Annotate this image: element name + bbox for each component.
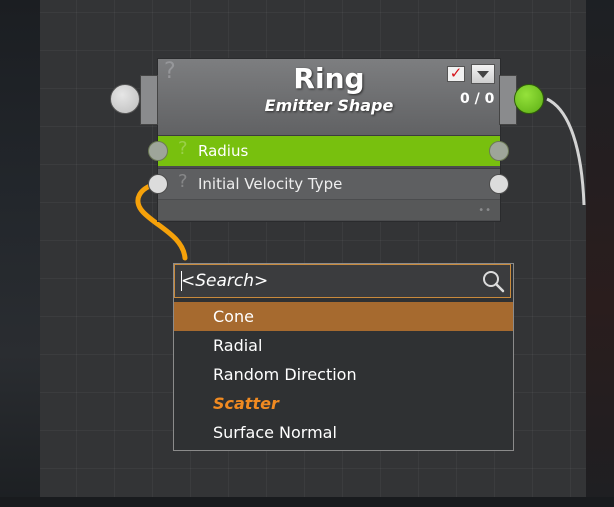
radius-output-pin[interactable]	[489, 141, 509, 161]
grip-icon[interactable]: ••	[478, 205, 492, 216]
node-counter: 0 / 0	[460, 91, 495, 107]
options-list: Cone Radial Random Direction Scatter Sur…	[174, 302, 513, 447]
node-subtitle: Emitter Shape	[264, 96, 394, 115]
output-port-icon[interactable]	[514, 84, 544, 114]
input-port-icon[interactable]	[110, 84, 140, 114]
background-right	[586, 0, 614, 507]
ring-emitter-node[interactable]: ? Ring Emitter Shape ✓ 0 / 0 ? Radius ? …	[110, 58, 544, 222]
background-bottom	[0, 497, 614, 507]
param-label: Radius	[198, 142, 249, 160]
velocity-type-input-pin[interactable]	[148, 174, 168, 194]
option-scatter[interactable]: Scatter	[174, 389, 513, 418]
search-dropdown-popup[interactable]: Cone Radial Random Direction Scatter Sur…	[173, 263, 514, 451]
option-radial[interactable]: Radial	[174, 331, 513, 360]
node-header[interactable]: ? Ring Emitter Shape ✓ 0 / 0	[158, 59, 500, 136]
search-icon[interactable]	[481, 270, 505, 294]
velocity-type-output-pin[interactable]	[489, 174, 509, 194]
checkbox-icon[interactable]: ✓	[447, 66, 465, 82]
option-surface-normal[interactable]: Surface Normal	[174, 418, 513, 447]
node-footer: ••	[158, 200, 500, 220]
option-cone[interactable]: Cone	[174, 302, 513, 331]
dropdown-arrow-icon[interactable]	[471, 64, 495, 84]
param-label: Initial Velocity Type	[198, 175, 343, 193]
param-row-initial-velocity-type[interactable]: ? Initial Velocity Type	[148, 168, 509, 199]
option-random-direction[interactable]: Random Direction	[174, 360, 513, 389]
help-icon[interactable]: ?	[178, 138, 188, 159]
text-caret	[181, 271, 182, 291]
help-icon[interactable]: ?	[178, 171, 188, 192]
radius-input-pin[interactable]	[148, 141, 168, 161]
param-row-radius[interactable]: ? Radius	[148, 136, 509, 166]
search-input[interactable]	[181, 270, 471, 292]
background-left	[0, 0, 40, 507]
search-box[interactable]	[174, 264, 511, 298]
input-port-tab	[140, 75, 158, 125]
